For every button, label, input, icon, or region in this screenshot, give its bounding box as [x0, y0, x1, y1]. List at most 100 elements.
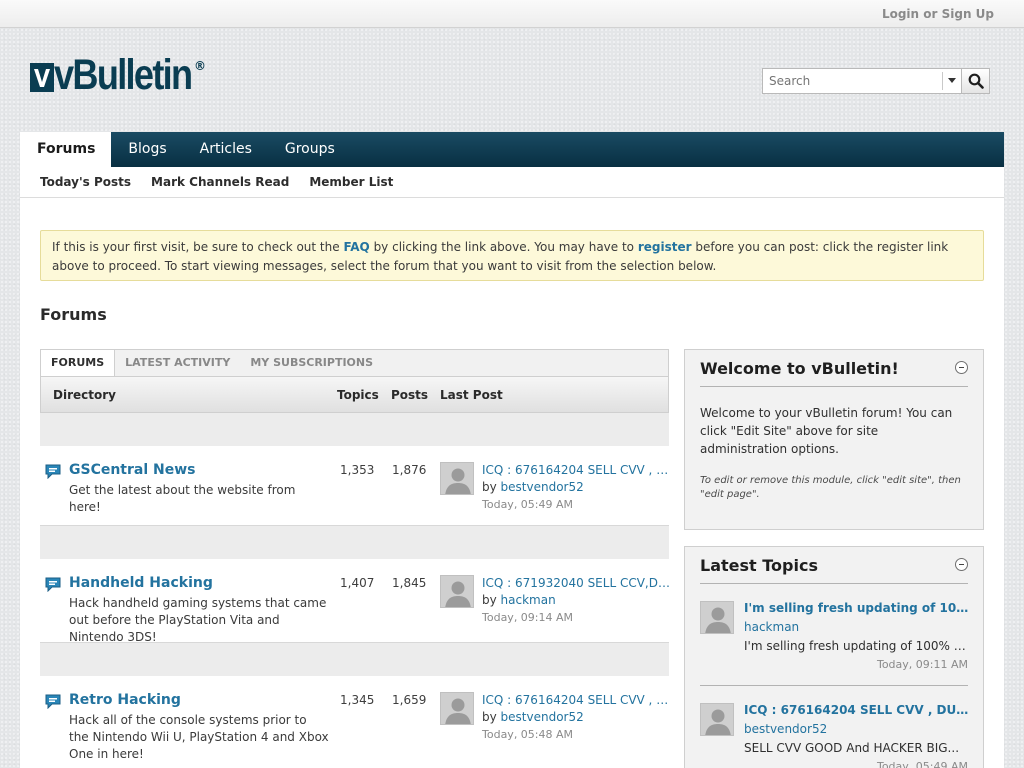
- page-title: Forums: [40, 305, 107, 324]
- last-post-avatar[interactable]: [440, 575, 474, 608]
- tab-articles[interactable]: Articles: [183, 132, 268, 167]
- last-post-user-link[interactable]: bestvendor52: [501, 710, 584, 724]
- table-header: Directory Topics Posts Last Post: [40, 376, 669, 413]
- notice-text-1: If this is your first visit, be sure to …: [52, 240, 344, 254]
- forum-speech-bubble-icon: [45, 464, 62, 482]
- latest-topics-widget: Latest Topics I'm selling fresh updating…: [684, 546, 984, 768]
- forum-section-spacer: [40, 526, 669, 559]
- last-post-avatar[interactable]: [440, 462, 474, 495]
- forum-title-link[interactable]: Handheld Hacking: [69, 575, 213, 591]
- forum-section-spacer: [40, 643, 669, 676]
- last-post-by-label: by: [482, 480, 497, 494]
- forum-title-link[interactable]: GSCentral News: [69, 462, 196, 478]
- tab-forums-list[interactable]: Forums: [41, 350, 116, 376]
- last-post-by-label: by: [482, 593, 497, 607]
- faq-link[interactable]: FAQ: [343, 240, 369, 254]
- tab-my-subscriptions[interactable]: My Subscriptions: [240, 350, 383, 376]
- last-post-info: ICQ : 671932040 SELL CCV,DUMPS by hackma…: [482, 575, 672, 626]
- topic-time: Today, 05:49 AM: [876, 760, 968, 768]
- forum-row: Handheld Hacking Hack handheld gaming sy…: [40, 559, 672, 644]
- forum-posts-count: 1,659: [392, 693, 427, 707]
- notice-text-2: by clicking the link above. You may have…: [369, 240, 638, 254]
- content-panel: Today's Posts Mark Channels Read Member …: [20, 167, 1004, 768]
- widget-title: Welcome to vBulletin!: [700, 359, 899, 378]
- welcome-text: Welcome to your vBulletin forum! You can…: [700, 406, 953, 456]
- column-last-post: Last Post: [440, 388, 503, 402]
- forum-speech-bubble-icon: [45, 577, 62, 595]
- tab-groups[interactable]: Groups: [268, 132, 351, 167]
- tab-latest-activity[interactable]: Latest Activity: [115, 350, 240, 376]
- forum-table: Forums Latest Activity My Subscriptions …: [40, 349, 672, 768]
- last-post-time: Today, 09:14 AM: [482, 611, 574, 624]
- top-bar: Login or Sign Up: [0, 0, 1024, 28]
- subnav-todays-posts[interactable]: Today's Posts: [40, 175, 131, 189]
- topic-time: Today, 09:11 AM: [876, 658, 968, 671]
- forum-description: Hack all of the console systems prior to…: [69, 713, 329, 761]
- topic-title-link[interactable]: I'm selling fresh updating of 100% dumps: [744, 601, 970, 615]
- user-avatar-icon[interactable]: [700, 601, 734, 634]
- topic-title-link[interactable]: ICQ : 676164204 SELL CVV , DUMPS: [744, 703, 970, 717]
- topic-preview: I'm selling fresh updating of 100% dumps…: [744, 639, 970, 653]
- login-signup-link[interactable]: Login or Sign Up: [882, 7, 994, 21]
- last-post-title-link[interactable]: ICQ : 676164204 SELL CVV , DUMPS: [482, 462, 670, 479]
- widget-header: Welcome to vBulletin!: [700, 350, 968, 387]
- user-avatar-icon: [440, 692, 474, 725]
- search-field: [762, 68, 961, 94]
- last-post-info: ICQ : 676164204 SELL CVV , DUMPS by best…: [482, 692, 672, 743]
- chevron-down-icon: [948, 78, 956, 83]
- forum-row: GSCentral News Get the latest about the …: [40, 446, 672, 526]
- tab-blogs[interactable]: Blogs: [111, 132, 182, 167]
- column-directory: Directory: [53, 388, 116, 402]
- forum-topics-count: 1,345: [340, 693, 375, 707]
- forum-row: Retro Hacking Hack all of the console sy…: [40, 676, 672, 768]
- welcome-widget: Welcome to vBulletin! Welcome to your vB…: [684, 349, 984, 530]
- forum-topics-count: 1,353: [340, 463, 375, 477]
- last-post-info: ICQ : 676164204 SELL CVV , DUMPS by best…: [482, 462, 672, 513]
- search-icon: [968, 73, 984, 89]
- topic-preview: SELL CVV GOOD And HACKER BIG...: [744, 741, 960, 755]
- latest-topic-item: I'm selling fresh updating of 100% dumps…: [700, 584, 970, 686]
- logo-text: vBulletin: [54, 51, 193, 99]
- last-post-user-link[interactable]: hackman: [501, 593, 556, 607]
- forum-posts-count: 1,845: [392, 576, 427, 590]
- search-button[interactable]: [961, 68, 990, 94]
- search-options-dropdown[interactable]: [942, 72, 961, 90]
- last-post-title-link[interactable]: ICQ : 676164204 SELL CVV , DUMPS: [482, 692, 670, 709]
- main-navigation: Forums Blogs Articles Groups: [20, 132, 1004, 167]
- site-logo[interactable]: vBulletin ®: [30, 53, 218, 97]
- forum-description: Hack handheld gaming systems that came o…: [69, 596, 327, 644]
- latest-topic-item: ICQ : 676164204 SELL CVV , DUMPS bestven…: [700, 686, 970, 768]
- forum-speech-bubble-icon: [45, 694, 62, 712]
- first-visit-notice: If this is your first visit, be sure to …: [40, 230, 984, 281]
- forum-title-link[interactable]: Retro Hacking: [69, 692, 181, 708]
- register-link[interactable]: register: [638, 240, 692, 254]
- forum-description: Get the latest about the website from he…: [69, 483, 296, 514]
- collapse-icon[interactable]: [955, 558, 968, 571]
- topic-user-link[interactable]: hackman: [744, 620, 799, 634]
- collapse-icon[interactable]: [955, 361, 968, 374]
- sub-navigation: Today's Posts Mark Channels Read Member …: [20, 167, 1004, 198]
- last-post-by-label: by: [482, 710, 497, 724]
- last-post-time: Today, 05:49 AM: [482, 498, 574, 511]
- topic-user-link[interactable]: bestvendor52: [744, 722, 827, 736]
- subnav-member-list[interactable]: Member List: [309, 175, 393, 189]
- forum-posts-count: 1,876: [392, 463, 427, 477]
- last-post-user-link[interactable]: bestvendor52: [501, 480, 584, 494]
- search-bar: [762, 68, 990, 94]
- search-input[interactable]: [763, 70, 933, 92]
- tab-forums[interactable]: Forums: [20, 132, 112, 167]
- vbulletin-logo-icon: [30, 63, 54, 92]
- user-avatar-icon: [440, 575, 474, 608]
- subnav-mark-channels-read[interactable]: Mark Channels Read: [151, 175, 289, 189]
- user-avatar-icon: [440, 462, 474, 495]
- widget-header: Latest Topics: [700, 547, 968, 584]
- column-topics: Topics: [337, 388, 379, 402]
- column-posts: Posts: [391, 388, 429, 402]
- last-post-title-link[interactable]: ICQ : 671932040 SELL CCV,DUMPS: [482, 575, 670, 592]
- last-post-avatar[interactable]: [440, 692, 474, 725]
- welcome-body: Welcome to your vBulletin forum! You can…: [700, 387, 968, 502]
- user-avatar-icon[interactable]: [700, 703, 734, 736]
- forum-section-spacer: [40, 413, 669, 446]
- widget-title: Latest Topics: [700, 556, 818, 575]
- forum-topics-count: 1,407: [340, 576, 375, 590]
